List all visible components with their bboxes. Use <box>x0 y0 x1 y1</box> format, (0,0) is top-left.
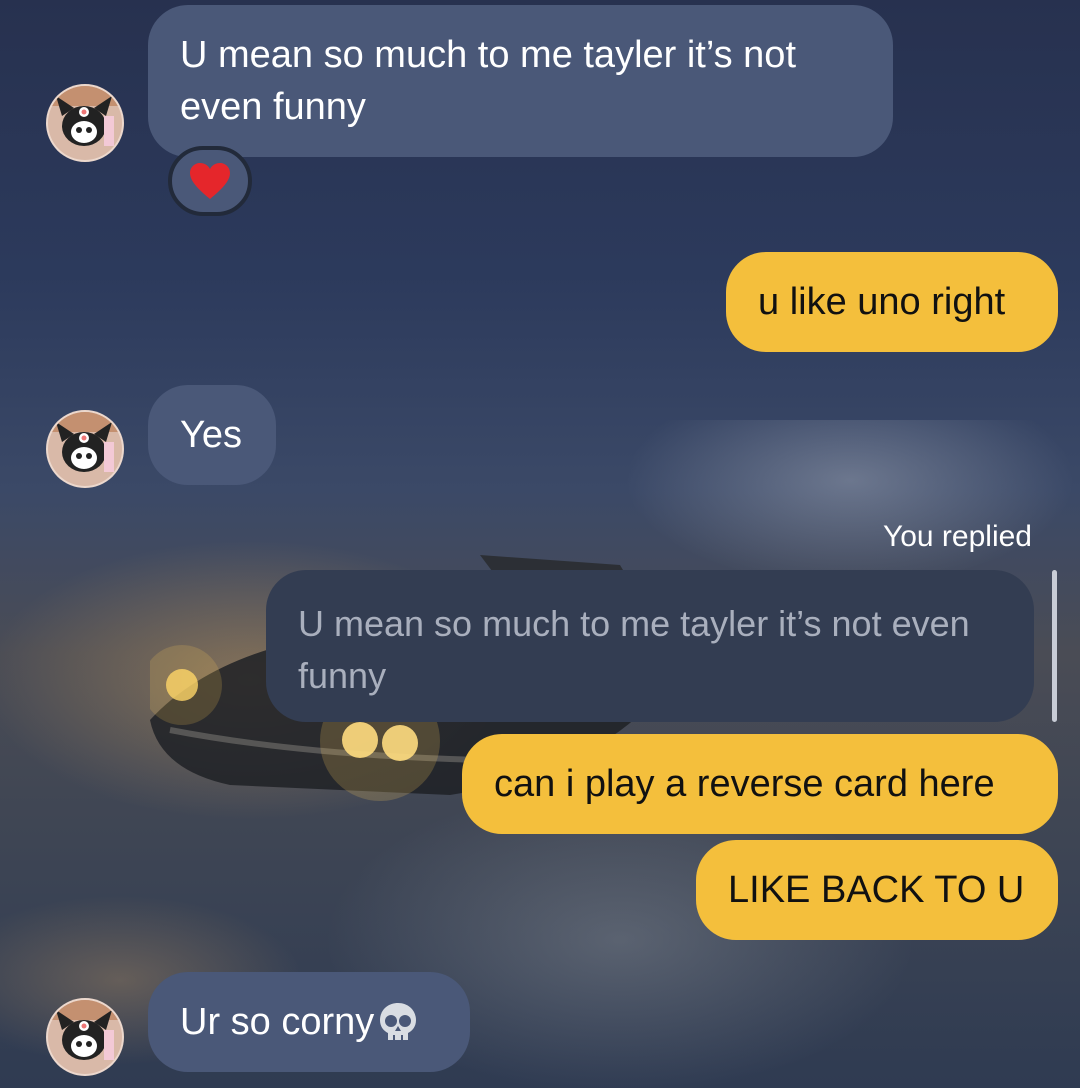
message-text: Yes <box>180 414 242 456</box>
message-text: U mean so much to me tayler it’s not eve… <box>180 34 796 128</box>
quoted-message[interactable]: U mean so much to me tayler it’s not eve… <box>266 570 1034 722</box>
message-text: LIKE BACK TO U <box>728 869 1025 911</box>
kuromi-avatar-icon <box>48 412 122 486</box>
message-text: can i play a reverse card here <box>494 763 995 805</box>
outgoing-message[interactable]: can i play a reverse card here <box>462 734 1058 834</box>
quoted-text: U mean so much to me tayler it’s not eve… <box>298 603 970 696</box>
heart-reaction[interactable] <box>168 146 252 216</box>
kuromi-avatar-icon <box>48 1000 122 1074</box>
outgoing-message[interactable]: LIKE BACK TO U <box>696 840 1058 940</box>
incoming-message[interactable]: U mean so much to me tayler it’s not eve… <box>148 5 893 157</box>
message-text: Ur so corny <box>180 1001 375 1043</box>
avatar[interactable] <box>46 998 124 1076</box>
outgoing-message[interactable]: u like uno right <box>726 252 1058 352</box>
reply-label: You replied <box>882 520 1032 553</box>
incoming-message[interactable]: Ur so corny <box>148 972 470 1072</box>
heart-icon <box>190 163 230 199</box>
avatar[interactable] <box>46 410 124 488</box>
avatar[interactable] <box>46 84 124 162</box>
kuromi-avatar-icon <box>48 86 122 160</box>
quote-indicator-bar <box>1052 570 1057 722</box>
message-text: u like uno right <box>758 281 1006 323</box>
incoming-message[interactable]: Yes <box>148 385 276 485</box>
skull-emoji-icon <box>380 1003 417 1040</box>
